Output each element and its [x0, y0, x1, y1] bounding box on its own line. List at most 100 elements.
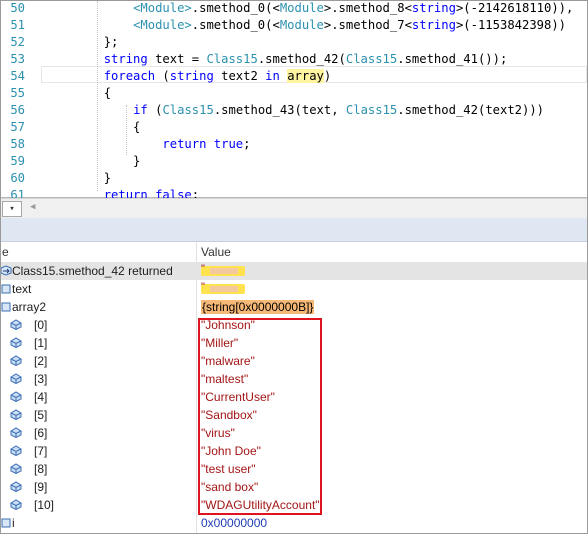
return-icon — [0, 265, 12, 276]
line-number: 57 — [10, 120, 25, 134]
field-icon — [1, 284, 11, 294]
line-number: 60 — [10, 171, 25, 185]
code-token: ( — [155, 69, 170, 83]
keyword-token: foreach — [103, 69, 156, 83]
highlight-box — [198, 318, 322, 515]
code-token: .smethod_42( — [257, 52, 346, 66]
code-token: text = — [147, 52, 207, 66]
line-number: 53 — [10, 52, 25, 66]
watch-name: Class15.smethod_42 returned — [12, 264, 173, 278]
code-line[interactable]: } — [45, 153, 140, 170]
horizontal-scrollbar[interactable]: ▾ ◀ — [0, 198, 588, 218]
code-token: >.smethod_8< — [323, 1, 412, 15]
code-token: { — [45, 86, 112, 100]
keyword-token: string — [169, 69, 214, 83]
watch-panel-titlebar — [0, 218, 588, 242]
code-line[interactable]: { — [45, 119, 140, 136]
keyword-token: return — [162, 137, 207, 151]
value-quote: " — [201, 263, 205, 275]
type-token: <Module> — [133, 18, 192, 32]
watch-name: [1] — [34, 336, 48, 350]
type-token: Module — [279, 1, 324, 15]
line-number: 56 — [10, 103, 25, 117]
element-icon — [10, 499, 22, 510]
code-token: >.smethod_7< — [323, 18, 412, 32]
element-icon — [10, 427, 22, 438]
highlighted-token: array — [287, 69, 324, 83]
keyword-token: string — [103, 52, 148, 66]
element-icon — [10, 337, 22, 348]
array-value: {string[0x0000000B]} — [201, 300, 315, 314]
redacted-value: " — [201, 281, 245, 294]
watch-row[interactable]: array2 {string[0x0000000B]} — [0, 298, 588, 316]
watch-name: [10] — [34, 498, 55, 512]
watch-row[interactable]: i 0x00000000 — [0, 514, 588, 532]
code-line[interactable]: string text = Class15.smethod_42(Class15… — [45, 51, 508, 68]
keyword-token: string — [411, 18, 456, 32]
code-token: text2 — [213, 69, 266, 83]
watch-name: text — [12, 282, 32, 296]
watch-name: [0] — [34, 318, 48, 332]
line-number: 58 — [10, 137, 25, 151]
zoom-dropdown[interactable]: ▾ — [2, 201, 22, 217]
field-icon — [1, 302, 11, 312]
code-line[interactable]: foreach (string text2 in array) — [45, 68, 331, 85]
scroll-left-icon[interactable]: ◀ — [30, 202, 35, 212]
line-number: 55 — [10, 86, 25, 100]
line-number: 54 — [10, 69, 25, 83]
keyword-token: true — [213, 137, 244, 151]
code-token: }; — [45, 35, 119, 49]
watch-header: e Value — [0, 242, 588, 263]
watch-value: 0x00000000 — [201, 516, 268, 530]
keyword-token: in — [265, 69, 280, 83]
watch-name: [5] — [34, 408, 48, 422]
code-line[interactable]: { — [45, 85, 111, 102]
type-token: Class15 — [162, 103, 214, 117]
code-token: ; — [243, 137, 251, 151]
code-token: .smethod_41()); — [397, 52, 508, 66]
code-token: .smethod_43(text, — [213, 103, 346, 117]
code-token: .smethod_0(< — [191, 1, 280, 15]
watch-name: [2] — [34, 354, 48, 368]
element-icon — [10, 445, 22, 456]
line-number: 59 — [10, 154, 25, 168]
type-token: Class15 — [345, 52, 398, 66]
redacted-value: " — [201, 263, 245, 276]
code-token: ( — [147, 103, 163, 117]
keyword-token: if — [133, 103, 148, 117]
code-token: .smethod_0(< — [191, 18, 280, 32]
code-editor[interactable]: 50 <Module>.smethod_0(<Module>.smethod_8… — [0, 0, 588, 236]
code-token: >(-1153842398)) — [455, 18, 567, 32]
code-line[interactable]: }; — [45, 34, 119, 51]
code-line[interactable]: } — [45, 170, 111, 187]
watch-name: i — [12, 516, 15, 530]
watch-row[interactable]: text " — [0, 280, 588, 298]
watch-name: [9] — [34, 480, 48, 494]
code-token: >(-2142618110)), — [455, 1, 574, 15]
code-token: { — [45, 120, 141, 134]
line-number: 51 — [10, 18, 25, 32]
name-column-header[interactable]: e — [2, 245, 9, 259]
code-line[interactable]: return true; — [45, 136, 250, 153]
code-line[interactable]: <Module>.smethod_0(<Module>.smethod_7<st… — [45, 17, 566, 34]
type-token: Module — [279, 18, 324, 32]
type-token: Class15 — [345, 103, 398, 117]
line-number: 52 — [10, 35, 25, 49]
code-line[interactable]: if (Class15.smethod_43(text, Class15.sme… — [45, 102, 544, 119]
type-token: <Module> — [133, 1, 192, 15]
watch-row[interactable]: Class15.smethod_42 returned " — [0, 262, 588, 280]
code-line[interactable]: <Module>.smethod_0(<Module>.smethod_8<st… — [45, 0, 573, 17]
element-icon — [10, 373, 22, 384]
watch-value: {string[0x0000000B]} — [201, 300, 315, 314]
value-column-header[interactable]: Value — [201, 245, 231, 259]
watch-name: array2 — [12, 300, 47, 314]
watch-name: [7] — [34, 444, 48, 458]
code-token: .smethod_42(text2))) — [397, 103, 545, 117]
